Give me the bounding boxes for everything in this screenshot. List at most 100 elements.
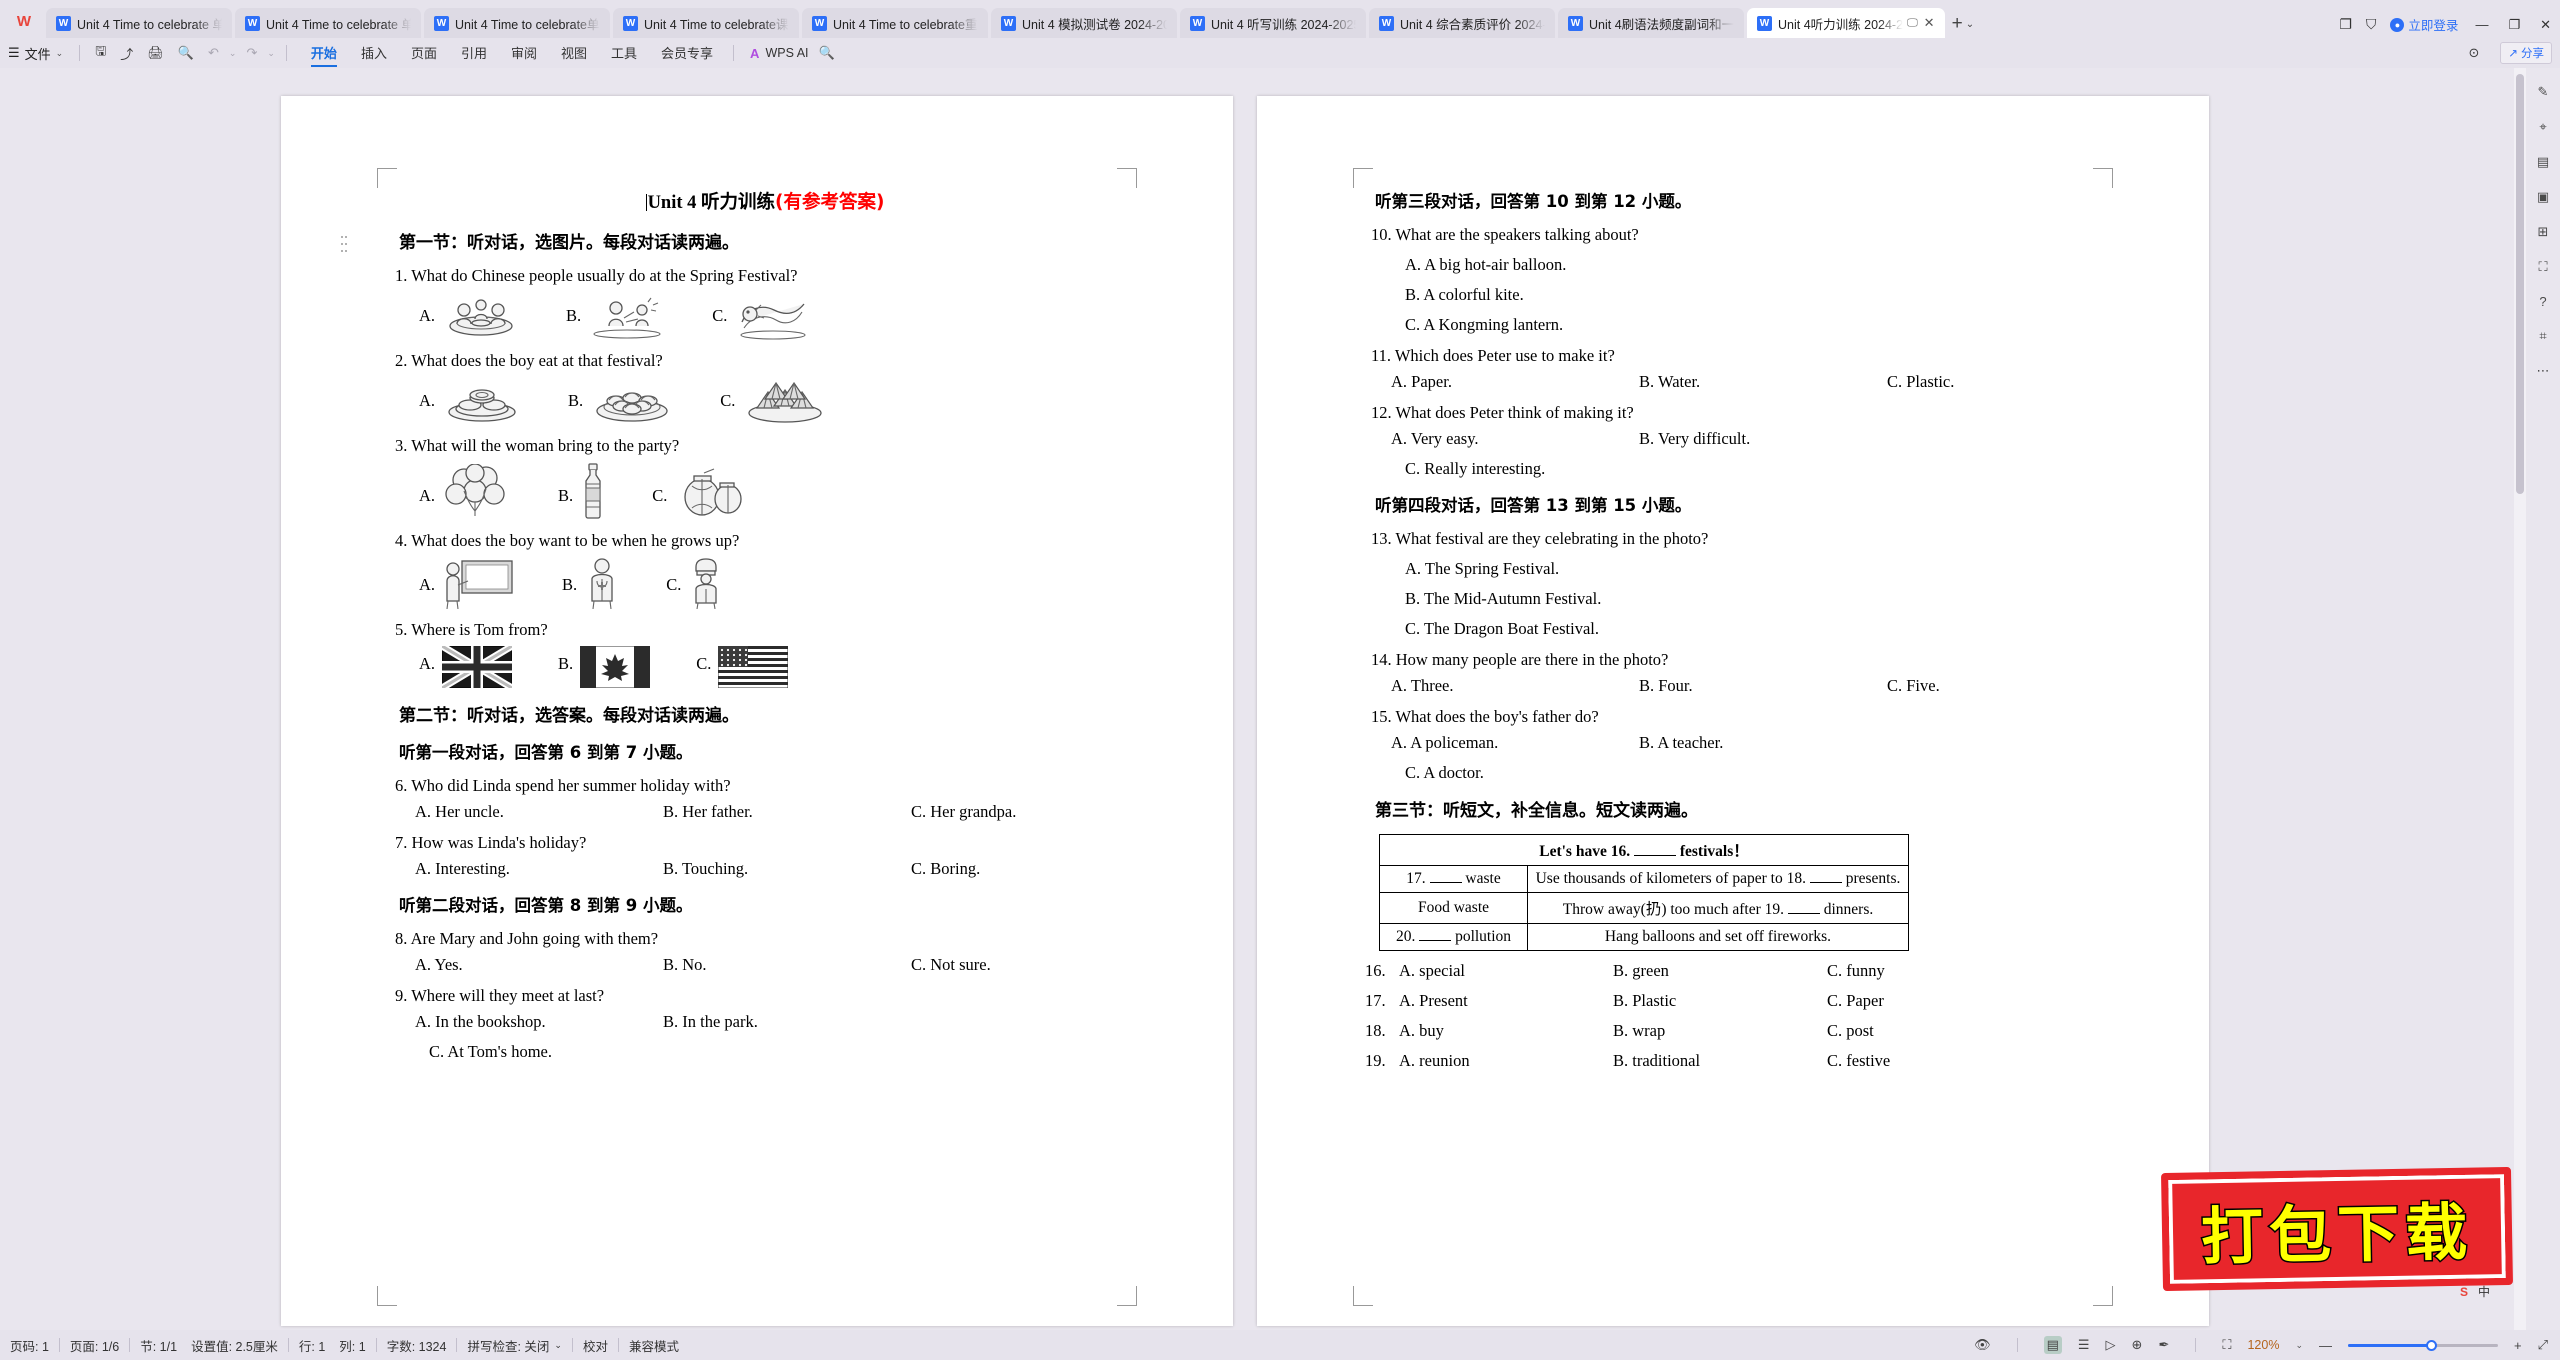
zoom-out-button[interactable]: — <box>2319 1338 2332 1353</box>
wps-ai-button[interactable]: A WPS AI <box>750 46 808 61</box>
new-tab-caret-icon[interactable]: ⌄ <box>1966 19 1974 30</box>
close-button[interactable]: ✕ <box>2537 17 2554 33</box>
zoom-slider-track[interactable] <box>2348 1339 2498 1351</box>
outline-icon[interactable]: ☰ <box>2078 1337 2090 1353</box>
ribbon-tab-6[interactable]: 工具 <box>599 40 649 66</box>
format-icon[interactable]: ▤ <box>2537 154 2549 170</box>
status-proof[interactable]: 校对 <box>583 1336 608 1355</box>
copy-icon[interactable]: ❐ <box>2339 16 2352 33</box>
browser-tab-1[interactable]: W Unit 4 Time to celebrate 单元 <box>235 8 421 38</box>
vertical-scrollbar[interactable] <box>2514 68 2526 1330</box>
picture-questions: 1. What do Chinese people usually do at … <box>381 266 1149 688</box>
paragraph-handle-icon[interactable] <box>341 236 348 252</box>
print-preview-icon[interactable]: 🔍 <box>178 45 194 61</box>
section-heading-2: 第二节：听对话，选答案。每段对话读两遍。 <box>399 706 739 726</box>
cloud-save-icon[interactable]: ⤴ <box>120 44 133 63</box>
ribbon-tab-3[interactable]: 引用 <box>449 40 499 66</box>
question-number: 11. <box>1371 346 1392 365</box>
help-icon[interactable]: ? <box>2539 294 2546 309</box>
picture-option-a: A. <box>419 292 520 340</box>
print-layout-icon[interactable]: ▤ <box>2043 1336 2062 1354</box>
blank-underline[interactable] <box>1809 882 1842 883</box>
customize-caret-icon[interactable]: ⌄ <box>267 48 275 59</box>
blank-underline[interactable] <box>1787 913 1820 914</box>
picture-option-b: B. <box>558 646 651 688</box>
browser-tab-7[interactable]: W Unit 4 综合素质评价 2024-202 <box>1369 8 1555 38</box>
ime-mode-label[interactable]: 中 <box>2478 1283 2490 1300</box>
reading-icon[interactable]: ▷ <box>2106 1337 2116 1353</box>
ribbon-right-tools: ⊙ ↗ 分享 <box>2461 38 2552 68</box>
ribbon-tab-1[interactable]: 插入 <box>349 40 399 66</box>
more-icon[interactable]: ⋯ <box>2537 363 2550 379</box>
undo-caret-icon[interactable]: ⌄ <box>229 48 237 59</box>
document-page-right[interactable]: 听第三段对话，回答第 10 到第 12 小题。 10. What are the… <box>1257 96 2209 1326</box>
document-page-left[interactable]: Unit 4 听力训练(有参考答案) 第一节：听对话，选图片。每段对话读两遍。 … <box>281 96 1233 1326</box>
save-icon[interactable]: 🖫 <box>95 42 106 64</box>
table-icon[interactable]: ⊞ <box>2538 224 2549 240</box>
blank-underline[interactable] <box>1419 940 1452 941</box>
login-label: 立即登录 <box>2408 19 2459 33</box>
picture-option-b: B. <box>562 557 620 609</box>
scrollbar-thumb[interactable] <box>2516 74 2524 494</box>
status-spell-check[interactable]: 拼写检查: 关闭 <box>467 1336 549 1355</box>
status-view-controls: 👁 ▤ ☰ ▷ ⊕ ✒ ⛶ 120% ⌄ — + ⤢ <box>1974 1330 2548 1360</box>
edit-icon[interactable]: ✒ <box>2158 1337 2169 1353</box>
pen-icon[interactable]: ✎ <box>2538 84 2549 100</box>
zoom-slider-knob[interactable] <box>2426 1339 2437 1351</box>
zoom-slider[interactable] <box>2348 1339 2498 1351</box>
zoom-caret-icon[interactable]: ⌄ <box>2295 1340 2303 1351</box>
monitor-icon[interactable]: 🖵 <box>1907 17 1918 30</box>
ribbon-tab-0[interactable]: 开始 <box>299 40 349 67</box>
status-page-count[interactable]: 页面: 1/6 <box>70 1336 119 1355</box>
ribbon-tab-2[interactable]: 页面 <box>399 40 449 66</box>
browser-tab-5[interactable]: W Unit 4 模拟测试卷 2024-2025 <box>991 8 1177 38</box>
crop-icon[interactable]: ⌗ <box>2539 328 2546 344</box>
browser-tab-9[interactable]: W Unit 4听力训练 2024-2 🖵 ✕ <box>1747 8 1945 38</box>
chart-icon[interactable]: ⛶ <box>2538 259 2547 275</box>
blank-answer-row-19: 19. A. reunion B. traditional C. festive <box>1365 1051 2125 1071</box>
status-compat-mode[interactable]: 兼容模式 <box>629 1336 679 1355</box>
option-c: C. Paper <box>1827 991 1884 1010</box>
browser-tab-3[interactable]: W Unit 4 Time to celebrate课堂 <box>613 8 799 38</box>
ime-status-bar: S 中 <box>2460 1283 2490 1300</box>
browser-tab-8[interactable]: W Unit 4刷语法频度副词和一般现 <box>1558 8 1744 38</box>
browser-tab-4[interactable]: W Unit 4 Time to celebrate重点 <box>802 8 988 38</box>
web-layout-icon[interactable]: ⊕ <box>2132 1337 2143 1353</box>
dialog2-heading: 听第二段对话，回答第 8 到第 9 小题。 <box>399 896 693 915</box>
shield-icon[interactable]: ⛉ <box>2366 16 2377 33</box>
minimize-button[interactable]: — <box>2472 17 2491 32</box>
browser-tab-0[interactable]: W Unit 4 Time to celebrate 单词 <box>46 8 232 38</box>
table-cell-left: Food waste <box>1379 892 1528 924</box>
fullscreen-icon[interactable]: ⛶ <box>2222 1337 2231 1353</box>
login-button[interactable]: ● 立即登录 <box>2390 15 2458 34</box>
zoom-in-button[interactable]: + <box>2514 1338 2522 1353</box>
close-tab-icon[interactable]: ✕ <box>1924 15 1935 31</box>
print-icon[interactable]: 🖨 <box>147 45 164 61</box>
new-tab-button[interactable]: + ⌄ <box>1952 13 1975 35</box>
zongzi-icon <box>742 377 828 425</box>
zoom-level-label[interactable]: 120% <box>2247 1338 2279 1352</box>
picture-icon[interactable]: ▣ <box>2537 189 2549 205</box>
options-6: A. Her uncle. B. Her father. C. Her gran… <box>415 802 1149 822</box>
status-word-count[interactable]: 字数: 1324 <box>387 1336 447 1355</box>
search-icon[interactable]: 🔍 <box>819 45 835 61</box>
ribbon-tab-5[interactable]: 视图 <box>549 40 599 66</box>
blank-underline[interactable] <box>1429 882 1462 883</box>
undo-icon[interactable]: ↶ <box>208 45 219 61</box>
file-menu-button[interactable]: ☰ 文件 ⌄ <box>8 44 63 63</box>
blank-underline[interactable] <box>1633 855 1676 856</box>
download-watermark[interactable]: 打包下载 <box>2160 1166 2514 1292</box>
option-label: C. <box>652 486 668 505</box>
chevron-down-icon[interactable]: ⌄ <box>554 1340 562 1351</box>
expand-icon[interactable]: ⤢ <box>2538 1337 2548 1353</box>
redo-icon[interactable]: ↷ <box>246 45 257 61</box>
eye-icon[interactable]: 👁 <box>1974 1337 1991 1353</box>
help-icon[interactable]: ⊙ <box>2468 45 2479 61</box>
select-icon[interactable]: ⌖ <box>2539 119 2546 135</box>
ribbon-tab-7[interactable]: 会员专享 <box>649 40 725 66</box>
share-button[interactable]: ↗ 分享 <box>2500 42 2552 64</box>
maximize-button[interactable]: ❐ <box>2505 17 2523 33</box>
browser-tab-2[interactable]: W Unit 4 Time to celebrate单元测 <box>424 8 610 38</box>
browser-tab-6[interactable]: W Unit 4 听写训练 2024-2025学 <box>1180 8 1366 38</box>
ribbon-tab-4[interactable]: 审阅 <box>499 40 549 66</box>
